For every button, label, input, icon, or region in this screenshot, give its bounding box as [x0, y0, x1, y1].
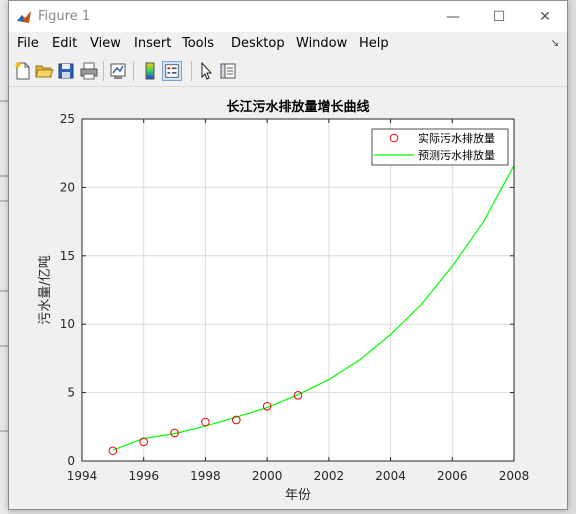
menu-overflow-icon[interactable]: ↘	[551, 38, 559, 49]
matlab-icon	[16, 9, 32, 25]
minimize-button[interactable]: —	[430, 1, 476, 32]
menu-help[interactable]: Help	[359, 36, 389, 51]
x-tick-label: 1996	[128, 469, 159, 483]
x-tick-label: 2006	[437, 469, 468, 483]
legend-label-predicted: 预测污水排放量	[418, 148, 495, 162]
property-inspector-icon[interactable]	[218, 61, 238, 81]
open-file-icon[interactable]	[34, 61, 54, 81]
toolbar-separator	[103, 61, 104, 81]
close-button[interactable]: ✕	[522, 1, 568, 32]
x-axis-label: 年份	[285, 488, 311, 503]
plot-svg[interactable]: 1994 1996 1998 2000 2002 2004 2006 2008 0 5 10 15 20…	[9, 87, 567, 509]
print-icon[interactable]	[79, 61, 99, 81]
menu-file[interactable]: File	[17, 36, 39, 51]
x-tick-label: 2000	[252, 469, 283, 483]
menu-tools[interactable]: Tools	[182, 36, 214, 51]
new-figure-icon[interactable]	[13, 61, 33, 81]
y-axis-label: 污水量/亿吨	[38, 255, 53, 324]
title-bar: Figure 1 — ☐ ✕	[9, 1, 567, 32]
menu-insert[interactable]: Insert	[134, 36, 171, 51]
legend-icon[interactable]	[162, 61, 182, 81]
y-tick-label: 15	[60, 249, 75, 263]
axes-background	[82, 119, 514, 461]
menu-desktop[interactable]: Desktop	[231, 36, 285, 51]
x-tick-label: 1994	[67, 469, 98, 483]
menu-edit[interactable]: Edit	[52, 36, 77, 51]
figure-canvas[interactable]: 1994 1996 1998 2000 2002 2004 2006 2008 0 5 10 15 20…	[9, 87, 567, 509]
x-tick-label: 2002	[314, 469, 345, 483]
colorbar-icon[interactable]	[140, 61, 160, 81]
toolbar-separator	[191, 61, 192, 81]
x-tick-label: 2004	[375, 469, 406, 483]
pointer-icon[interactable]	[196, 61, 216, 81]
legend[interactable]: 实际污水排放量 预测污水排放量	[371, 128, 509, 166]
y-tick-label: 5	[67, 386, 75, 400]
chart-title: 长江污水排放量增长曲线	[226, 99, 369, 115]
background-desktop	[0, 0, 8, 514]
menu-bar: File Edit View Insert Tools Desktop Wind…	[9, 32, 567, 56]
y-tick-label: 25	[60, 112, 75, 126]
window-title: Figure 1	[38, 9, 91, 24]
toolbar	[9, 56, 567, 87]
menu-view[interactable]: View	[90, 36, 121, 51]
save-icon[interactable]	[56, 61, 76, 81]
y-tick-label: 0	[67, 454, 75, 468]
maximize-button[interactable]: ☐	[476, 1, 522, 32]
legend-label-observed: 实际污水排放量	[418, 131, 495, 145]
x-tick-label: 1998	[190, 469, 221, 483]
menu-window[interactable]: Window	[296, 36, 347, 51]
figure-window: Figure 1 — ☐ ✕ File Edit View Insert Too…	[8, 0, 568, 510]
link-plot-icon[interactable]	[108, 61, 128, 81]
y-tick-label: 10	[60, 317, 75, 331]
x-tick-label: 2008	[499, 469, 530, 483]
y-tick-label: 20	[60, 180, 75, 194]
toolbar-separator	[133, 61, 134, 81]
